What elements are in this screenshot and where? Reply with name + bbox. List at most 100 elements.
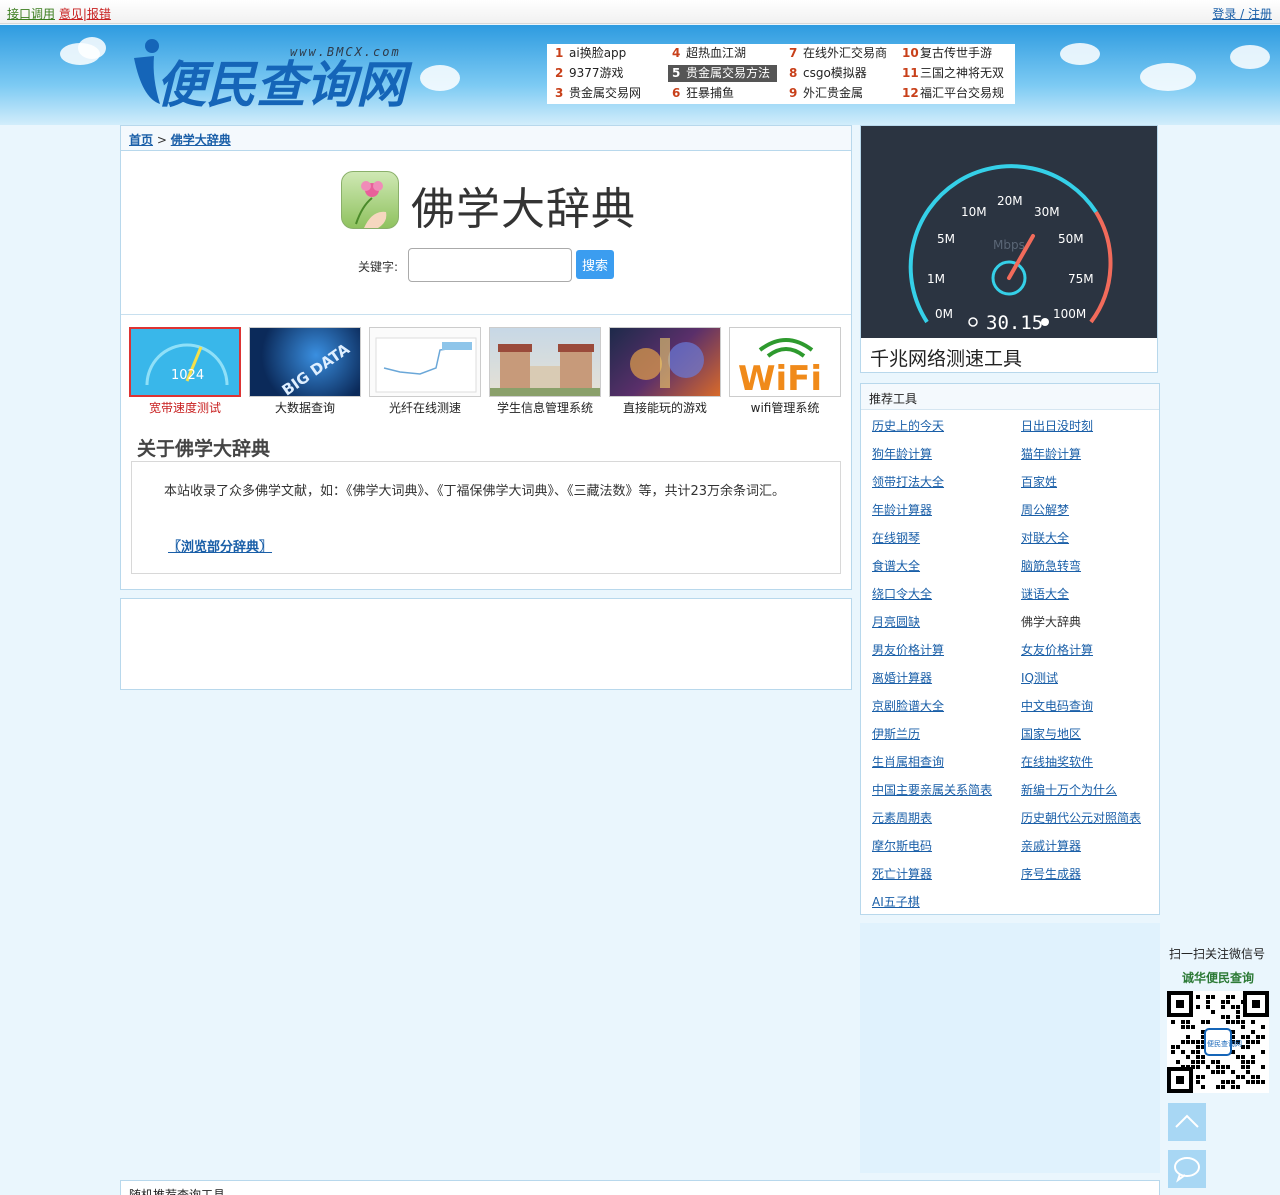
recommend-link[interactable]: 食谱大全 [872,557,920,574]
recommend-link[interactable]: 百家姓 [1021,473,1057,490]
thumb-broadband-speed[interactable]: 1024 宽带速度测试 [129,327,241,416]
recommend-link[interactable]: 佛学大辞典 [1021,613,1081,630]
breadcrumb-current[interactable]: 佛学大辞典 [171,133,231,147]
svg-text:1024: 1024 [171,368,204,383]
recommend-link[interactable]: 在线钢琴 [872,529,920,546]
hot-item[interactable]: 11三国之神将无双 [898,65,1004,82]
recommend-link[interactable]: 绕口令大全 [872,585,932,602]
hot-item[interactable]: 7 在线外汇交易商 [785,45,887,62]
gauge-tick-label: 100M [1053,307,1086,321]
browse-dictionary-link[interactable]: 〖浏览部分辞典〗 [168,536,272,555]
recommend-link[interactable]: 摩尔斯电码 [872,837,932,854]
recommend-link[interactable]: 死亡计算器 [872,865,932,882]
recommend-link[interactable]: 京剧脸谱大全 [872,697,944,714]
recommend-link[interactable]: 狗年龄计算 [872,445,932,462]
side-ad-slot [860,923,1160,1173]
api-link[interactable]: 接口调用 [7,7,55,21]
recommend-link[interactable]: 在线抽奖软件 [1021,753,1093,770]
chat-bubble-icon [1174,1157,1200,1183]
recommend-link[interactable]: AI五子棋 [872,893,920,910]
hot-item[interactable]: 5 贵金属交易方法 [668,65,777,82]
recommend-link[interactable]: 日出日没时刻 [1021,417,1093,434]
recommend-link[interactable]: 历史朝代公元对照简表 [1021,809,1141,826]
breadcrumb: 首页 > 佛学大辞典 [120,125,852,151]
hot-item[interactable]: 3 贵金属交易网 [551,85,641,102]
chevron-up-icon [1175,1114,1199,1128]
speedtest-caption: 千兆网络测速工具 [870,348,1023,370]
recommend-link[interactable]: 亲戚计算器 [1021,837,1081,854]
cloud-decoration [1140,63,1196,91]
gauge-tick-label: 0M [935,307,953,321]
recommend-link[interactable]: 男友价格计算 [872,641,944,658]
hot-item[interactable]: 8 csgo模拟器 [785,65,867,82]
thumb-big-data[interactable]: BIG DATA 大数据查询 [249,327,361,416]
hot-item[interactable]: 10复古传世手游 [898,45,992,62]
about-text: 本站收录了众多佛学文献，如：《佛学大词典》、《丁福保佛学大词典》、《三藏法数》等… [164,484,786,499]
cloud-decoration [78,37,106,59]
recommend-link[interactable]: 对联大全 [1021,529,1069,546]
recommend-panel: 推荐工具 历史上的今天 日出日没时刻 狗年龄计算 猫年龄计算 领带打法大全 百家姓 年龄计算… [860,383,1160,915]
search-label: 关键字: [358,260,399,274]
hot-item[interactable]: 1 ai换脸app [551,45,626,62]
feedback-link[interactable]: 意见|报错 [59,7,111,21]
page-title: 佛学大辞典 [411,184,636,235]
thumb-games[interactable]: 直接能玩的游戏 [609,327,721,416]
gauge-tick-label: 5M [937,232,955,246]
logo-text: 便民查询网 [156,56,413,110]
speed-gauge: 0M 1M 5M 10M 20M 30M 50M 75M 100M Mbps 30.15 [861,126,1157,338]
site-logo[interactable]: www.BMCX.com 便民查询网 [130,38,430,114]
recommend-link[interactable]: 猫年龄计算 [1021,445,1081,462]
flower-app-icon [341,171,399,229]
recommend-link[interactable]: 元素周期表 [872,809,932,826]
recommend-link[interactable]: 女友价格计算 [1021,641,1093,658]
search-button[interactable]: 搜索 [576,250,614,279]
gauge-tick-label: 10M [961,205,987,219]
hot-item[interactable]: 4 超热血江湖 [668,45,746,62]
hot-item[interactable]: 12福汇平台交易规 [898,85,1004,102]
gauge-unit: Mbps [993,238,1025,252]
hot-item[interactable]: 9 外汇贵金属 [785,85,863,102]
recommend-link[interactable]: 序号生成器 [1021,865,1081,882]
recommend-link[interactable]: 月亮圆缺 [872,613,920,630]
hot-item[interactable]: 2 9377游戏 [551,65,624,82]
qr-code: 便民查询网 [1167,991,1269,1093]
breadcrumb-home[interactable]: 首页 [129,133,153,147]
recommend-link[interactable]: 新编十万个为什么 [1021,781,1117,798]
top-links: 接口调用 意见|报错 [7,5,111,22]
top-bar: 接口调用 意见|报错 登录 / 注册 [0,0,1280,24]
login-register-link[interactable]: 登录 / 注册 [1212,7,1272,21]
recommend-link[interactable]: 历史上的今天 [872,417,944,434]
speed-gauge-image: 1024 [129,327,241,397]
thumb-student-system[interactable]: 学生信息管理系统 [489,327,601,416]
recommend-link[interactable]: 国家与地区 [1021,725,1081,742]
recommend-link[interactable]: 中国主要亲属关系简表 [872,781,992,798]
line-chart-image [369,327,481,397]
logo-graphic: www.BMCX.com 便民查询网 [134,39,413,114]
svg-text:BIG DATA: BIG DATA [279,340,354,397]
ad-slot [120,598,852,690]
cloud-decoration [1230,45,1270,69]
qr-caption: 扫一扫关注微信号 [1169,947,1266,961]
cloud-decoration [1060,43,1100,65]
keyword-input[interactable] [408,248,572,282]
back-to-top-button[interactable] [1168,1103,1206,1141]
wifi-logo-image: WiFi [729,327,841,397]
gauge-tick-label: 75M [1068,272,1094,286]
recommend-link[interactable]: IQ测试 [1021,669,1058,686]
hot-item[interactable]: 6 狂暴捕鱼 [668,85,734,102]
breadcrumb-sep: > [156,133,167,147]
recommend-link[interactable]: 生肖属相查询 [872,753,944,770]
recommend-link[interactable]: 领带打法大全 [872,473,944,490]
gauge-dot-left [968,317,978,327]
recommend-link[interactable]: 年龄计算器 [872,501,932,518]
thumb-wifi-system[interactable]: WiFi wifi管理系统 [729,327,841,416]
recommend-link[interactable]: 周公解梦 [1021,501,1069,518]
thumb-fiber-speed[interactable]: 光纤在线测速 [369,327,481,416]
recommend-link[interactable]: 离婚计算器 [872,669,932,686]
recommend-link[interactable]: 谜语大全 [1021,585,1069,602]
recommend-link[interactable]: 脑筋急转弯 [1021,557,1081,574]
chat-button[interactable] [1168,1150,1206,1188]
recommend-link[interactable]: 伊斯兰历 [872,725,920,742]
recommend-link[interactable]: 中文电码查询 [1021,697,1093,714]
speedtest-widget[interactable]: 0M 1M 5M 10M 20M 30M 50M 75M 100M Mbps 30.15 千兆网… [860,125,1158,373]
